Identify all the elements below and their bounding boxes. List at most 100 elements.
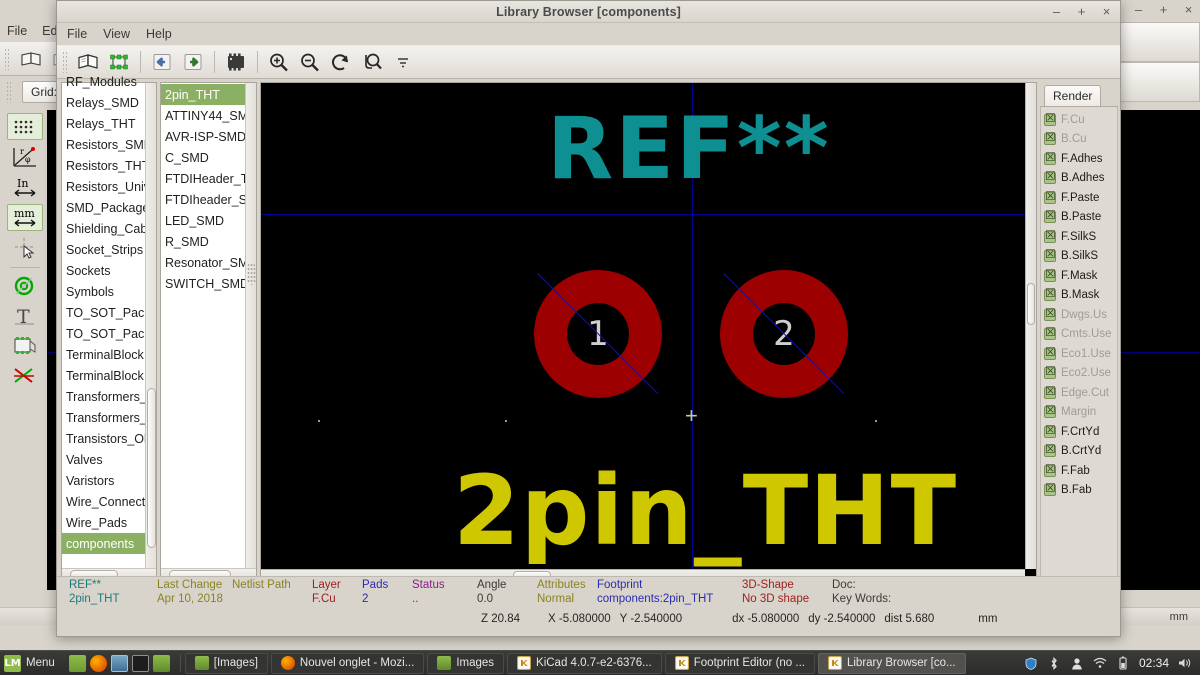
render-layer-row[interactable]: F.Fab — [1041, 461, 1117, 481]
firefox-icon[interactable] — [89, 654, 107, 672]
library-list-item[interactable]: TO_SOT_Packa — [62, 323, 156, 344]
zoom-in-icon[interactable] — [264, 48, 294, 76]
render-layer-row[interactable]: B.Paste — [1041, 208, 1117, 228]
render-layer-checkbox[interactable] — [1044, 287, 1056, 302]
network-icon[interactable] — [1093, 656, 1107, 670]
library-list-item[interactable]: SMD_Packages — [62, 197, 156, 218]
cursor-shape-icon[interactable] — [7, 234, 43, 261]
toolbar-grip[interactable] — [62, 51, 69, 73]
render-layer-row[interactable]: F.Cu — [1041, 110, 1117, 130]
library-list-item[interactable]: Transformers_ — [62, 407, 156, 428]
library-list-item[interactable]: Socket_Strips — [62, 239, 156, 260]
taskbar-task[interactable]: Footprint Editor (no ... — [664, 652, 815, 674]
pad-visibility-icon[interactable] — [7, 272, 43, 299]
render-layer-row[interactable]: B.Fab — [1041, 481, 1117, 501]
component-list-item[interactable]: ATTINY44_SMD — [161, 105, 256, 126]
taskbar-task[interactable]: Library Browser [co... — [817, 652, 966, 674]
render-layer-checkbox[interactable] — [1044, 151, 1056, 165]
zoom-out-icon[interactable] — [295, 48, 325, 76]
library-list-item[interactable]: Wire_Connecti — [62, 491, 156, 512]
render-layer-checkbox[interactable] — [1044, 463, 1056, 477]
component-list-item[interactable]: FTDIheader_SMD — [161, 189, 256, 210]
background-maximize-button[interactable]: + — [1156, 2, 1171, 17]
render-layer-checkbox[interactable] — [1044, 404, 1056, 419]
render-layer-row[interactable]: F.Paste — [1041, 188, 1117, 208]
render-layer-row[interactable]: Edge.Cut — [1041, 383, 1117, 403]
footprint-canvas[interactable]: REF** 1 2 + 2pin_THT — [261, 83, 1036, 580]
library-list-item[interactable]: Varistors — [62, 470, 156, 491]
render-layer-row[interactable]: F.SilkS — [1041, 227, 1117, 247]
module-outline-icon[interactable] — [7, 333, 43, 360]
render-layer-checkbox[interactable] — [1044, 424, 1056, 438]
library-list-item[interactable]: RF_Modules — [62, 71, 156, 92]
close-button[interactable]: × — [1099, 4, 1114, 19]
render-layer-row[interactable]: B.SilkS — [1041, 247, 1117, 267]
component-list-item[interactable]: 2pin_THT — [161, 84, 256, 105]
component-list-item[interactable]: SWITCH_SMD — [161, 273, 256, 294]
taskbar-task[interactable]: KiCad 4.0.7-e2-6376... — [507, 652, 662, 674]
render-layer-row[interactable]: F.CrtYd — [1041, 422, 1117, 442]
background-menu-file[interactable]: File — [7, 24, 27, 38]
library-list-item[interactable]: TerminalBlock — [62, 365, 156, 386]
background-minimize-button[interactable]: – — [1131, 2, 1146, 17]
render-layer-row[interactable]: Eco1.Use — [1041, 344, 1117, 364]
bluetooth-icon[interactable] — [1047, 656, 1061, 670]
text-outline-icon[interactable]: T — [7, 303, 43, 330]
library-list-item[interactable]: Relays_THT — [62, 113, 156, 134]
toolbar-overflow-icon[interactable] — [388, 48, 418, 76]
render-layer-checkbox[interactable] — [1044, 385, 1056, 399]
component-list-item[interactable]: FTDIHeader_THT — [161, 168, 256, 189]
terminal-glass-icon[interactable] — [110, 654, 128, 672]
component-list-item[interactable]: C_SMD — [161, 147, 256, 168]
render-layer-checkbox[interactable] — [1044, 443, 1056, 458]
render-layer-row[interactable]: B.Adhes — [1041, 169, 1117, 189]
next-footprint-icon[interactable] — [178, 48, 208, 76]
menu-view[interactable]: View — [103, 27, 130, 41]
units-inch-icon[interactable]: In — [7, 174, 43, 201]
library-list-item[interactable]: Sockets — [62, 260, 156, 281]
show-footprint-icon[interactable] — [221, 48, 251, 76]
zoom-fit-icon[interactable] — [357, 48, 387, 76]
render-layer-checkbox[interactable] — [1044, 365, 1056, 380]
minimize-button[interactable]: – — [1049, 4, 1064, 19]
library-list-item[interactable]: Symbols — [62, 281, 156, 302]
library-list-item[interactable]: Resistors_THT — [62, 155, 156, 176]
render-layer-checkbox[interactable] — [1044, 482, 1056, 497]
start-menu-button[interactable]: LM Menu — [0, 651, 63, 675]
menu-help[interactable]: Help — [146, 27, 172, 41]
component-list-item[interactable]: R_SMD — [161, 231, 256, 252]
render-layer-checkbox[interactable] — [1044, 112, 1056, 126]
taskbar-task[interactable]: [Images] — [184, 652, 268, 674]
render-layer-row[interactable]: B.CrtYd — [1041, 442, 1117, 462]
show-desktop-icon[interactable] — [68, 654, 86, 672]
library-list-item[interactable]: Valves — [62, 449, 156, 470]
files-icon[interactable] — [152, 654, 170, 672]
window-titlebar[interactable]: Library Browser [components] – + × — [57, 1, 1120, 23]
render-layer-checkbox[interactable] — [1044, 326, 1056, 341]
render-layer-row[interactable]: B.Mask — [1041, 286, 1117, 306]
render-layer-checkbox[interactable] — [1044, 229, 1056, 243]
render-layer-checkbox[interactable] — [1044, 307, 1056, 321]
tab-render[interactable]: Render — [1044, 85, 1102, 106]
units-mm-icon[interactable]: mm — [7, 204, 43, 232]
library-list-item[interactable]: Transistors_Ol — [62, 428, 156, 449]
ratsnest-icon[interactable] — [7, 363, 43, 390]
render-layer-row[interactable]: Eco2.Use — [1041, 364, 1117, 384]
library-list-item[interactable]: Relays_SMD — [62, 92, 156, 113]
background-close-button[interactable]: × — [1181, 2, 1196, 17]
battery-icon[interactable] — [1116, 656, 1130, 670]
maximize-button[interactable]: + — [1074, 4, 1089, 19]
render-layer-checkbox[interactable] — [1044, 346, 1056, 360]
footprint-canvas-panel[interactable]: REF** 1 2 + 2pin_THT — [260, 82, 1037, 581]
aux-toolbar-grip[interactable] — [6, 81, 13, 103]
library-list-item[interactable]: Shielding_Cabi — [62, 218, 156, 239]
library-list-item[interactable]: TO_SOT_Packa — [62, 302, 156, 323]
render-layer-checkbox[interactable] — [1044, 131, 1056, 146]
canvas-vscrollbar[interactable] — [1025, 83, 1036, 569]
taskbar-task[interactable]: Nouvel onglet - Mozi... — [270, 652, 425, 674]
render-layer-row[interactable]: Margin — [1041, 403, 1117, 423]
open-book-icon[interactable] — [16, 45, 46, 73]
render-layer-row[interactable]: B.Cu — [1041, 130, 1117, 150]
component-list-vscrollbar[interactable] — [245, 83, 256, 580]
library-list-item[interactable]: Resistors_Univ — [62, 176, 156, 197]
